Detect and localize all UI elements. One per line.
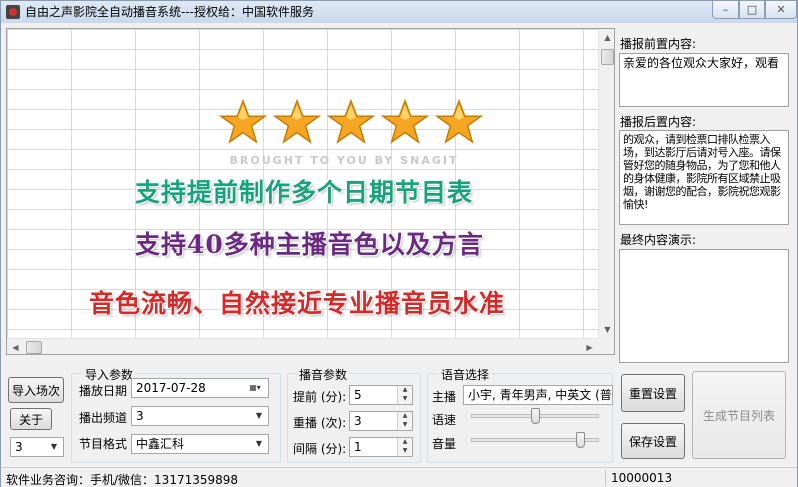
app-window: 自由之声影院全自动播音系统---授权给：中国软件服务 – □ ✕ BROUGHT…: [0, 0, 798, 487]
calendar-icon[interactable]: ▦▾: [244, 379, 266, 397]
grid-cells[interactable]: BROUGHT TO YOU BY SNAGIT 支持提前制作多个日期节目表 支…: [7, 29, 598, 338]
format-label: 节目格式: [79, 437, 128, 451]
spin-down-icon[interactable]: ▼: [398, 447, 412, 456]
speed-slider-thumb[interactable]: [530, 408, 540, 424]
promo-line-1: 支持提前制作多个日期节目表: [135, 178, 474, 207]
anchor-select[interactable]: 小宇, 青年男声, 中英文 (普: [463, 385, 613, 405]
advance-stepper[interactable]: 5 ▲ ▼: [349, 385, 413, 405]
minimize-button[interactable]: –: [712, 1, 739, 19]
spin-down-icon[interactable]: ▼: [398, 421, 412, 430]
star-icon: [273, 99, 321, 144]
play-date-label: 播放日期: [79, 384, 128, 398]
promo-line-2: 支持40多种主播音色以及方言: [135, 230, 484, 259]
chevron-down-icon: ▼: [50, 442, 58, 451]
scroll-left-icon[interactable]: ◀: [7, 339, 24, 354]
star-icon: [327, 99, 375, 144]
save-settings-button[interactable]: 保存设置: [621, 423, 685, 459]
snagit-watermark: BROUGHT TO YOU BY SNAGIT: [229, 154, 459, 167]
spin-up-icon[interactable]: ▲: [398, 412, 412, 421]
chevron-down-icon: ▼: [255, 411, 263, 420]
advance-spin-buttons[interactable]: ▲ ▼: [397, 386, 412, 404]
volume-slider-thumb[interactable]: [575, 432, 585, 448]
window-title: 自由之声影院全自动播音系统---授权给：中国软件服务: [25, 5, 314, 19]
horizontal-scrollbar[interactable]: ◀ ▶: [7, 338, 598, 354]
interval-spin-buttons[interactable]: ▲ ▼: [397, 438, 412, 456]
maximize-button[interactable]: □: [739, 1, 765, 19]
repeat-stepper[interactable]: 3 ▲ ▼: [349, 411, 413, 431]
import-params-title: 导入参数: [83, 366, 136, 383]
vertical-scrollbar[interactable]: ▲ ▼: [598, 29, 614, 338]
final-content-label: 最终内容演示:: [620, 233, 697, 247]
spin-up-icon[interactable]: ▲: [398, 386, 412, 395]
contact-status: 软件业务咨询：手机/微信：13171359898: [6, 473, 239, 487]
schedule-grid[interactable]: BROUGHT TO YOU BY SNAGIT 支持提前制作多个日期节目表 支…: [6, 28, 615, 355]
star-icon: [381, 99, 429, 144]
scroll-down-icon[interactable]: ▼: [599, 321, 614, 338]
chevron-down-icon: ▼: [255, 439, 263, 448]
scroll-right-icon[interactable]: ▶: [581, 339, 598, 354]
channel-label: 播出频道: [79, 411, 128, 425]
play-date-value: 2017-07-28: [136, 381, 206, 395]
interval-label: 间隔 (分):: [293, 442, 347, 456]
post-content-label: 播报后置内容:: [620, 115, 697, 129]
format-select[interactable]: 中鑫汇科 ▼: [131, 434, 269, 454]
final-content-preview[interactable]: [619, 249, 789, 363]
reset-settings-button[interactable]: 重置设置: [621, 374, 685, 412]
anchor-label: 主播: [432, 390, 457, 404]
interval-value: 1: [354, 440, 362, 454]
close-button[interactable]: ✕: [765, 1, 797, 19]
count-select[interactable]: 3 ▼: [10, 437, 64, 457]
count-select-value: 3: [15, 440, 23, 454]
generate-list-button[interactable]: 生成节目列表: [692, 371, 786, 459]
app-icon: [6, 5, 20, 19]
pre-content-textbox[interactable]: 亲爱的各位观众大家好，观看: [619, 53, 789, 107]
repeat-value: 3: [354, 414, 362, 428]
scroll-up-icon[interactable]: ▲: [599, 29, 614, 46]
status-bar: 软件业务咨询：手机/微信：13171359898 10000013: [1, 467, 797, 487]
advance-value: 5: [354, 388, 362, 402]
play-date-picker[interactable]: 2017-07-28 ▦▾: [131, 378, 269, 398]
scroll-corner: [598, 338, 614, 354]
speed-label: 语速: [432, 413, 457, 427]
star-icon: [435, 99, 483, 144]
spin-up-icon[interactable]: ▲: [398, 438, 412, 447]
rating-stars: [219, 99, 483, 145]
promo-line-3: 音色流畅、自然接近专业播音员水准: [89, 289, 506, 318]
voice-select-title: 语音选择: [439, 366, 492, 383]
about-button[interactable]: 关于: [10, 408, 52, 430]
post-content-textbox[interactable]: 的观众，请到检票口排队检票入场，到达影厅后请对号入座。请保管好您的随身物品，为了…: [619, 130, 789, 225]
interval-stepper[interactable]: 1 ▲ ▼: [349, 437, 413, 457]
import-sessions-button[interactable]: 导入场次: [8, 377, 64, 403]
repeat-spin-buttons[interactable]: ▲ ▼: [397, 412, 412, 430]
status-code: 10000013: [611, 471, 673, 485]
spin-down-icon[interactable]: ▼: [398, 395, 412, 404]
pre-content-label: 播报前置内容:: [620, 37, 697, 51]
volume-label: 音量: [432, 437, 457, 451]
status-divider: [605, 470, 606, 486]
repeat-label: 重播 (次):: [293, 416, 347, 430]
vertical-scroll-thumb[interactable]: [601, 49, 614, 65]
channel-select[interactable]: 3 ▼: [131, 406, 269, 426]
horizontal-scroll-thumb[interactable]: [26, 341, 42, 354]
channel-value: 3: [136, 409, 144, 423]
advance-label: 提前 (分):: [293, 390, 347, 404]
title-bar: 自由之声影院全自动播音系统---授权给：中国软件服务 – □ ✕: [1, 1, 797, 23]
broadcast-params-title: 播音参数: [297, 366, 350, 383]
format-value: 中鑫汇科: [136, 437, 185, 451]
star-icon: [219, 99, 267, 144]
